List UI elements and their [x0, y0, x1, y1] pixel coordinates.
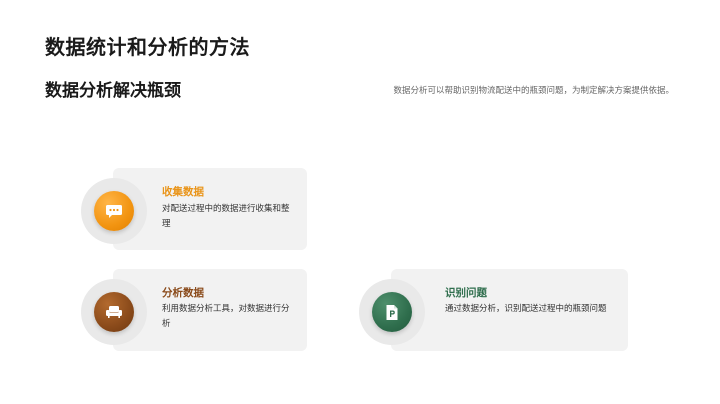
card-title: 分析数据	[162, 287, 204, 299]
slide: 数据统计和分析的方法 数据分析解决瓶颈 数据分析可以帮助识别物流配送中的瓶颈问题…	[0, 0, 720, 404]
card-description: 利用数据分析工具，对数据进行分析	[162, 304, 290, 329]
card-description: 通过数据分析，识别配送过程中的瓶颈问题	[445, 304, 607, 314]
chat-bubble-icon	[94, 191, 134, 231]
section-title: 数据分析解决瓶颈	[45, 81, 181, 101]
card-title: 识别问题	[445, 287, 487, 299]
sofa-icon	[94, 292, 134, 332]
card-title: 收集数据	[162, 186, 204, 198]
page-title: 数据统计和分析的方法	[45, 35, 250, 59]
intro-text: 数据分析可以帮助识别物流配送中的瓶颈问题，为制定解决方案提供依据。	[393, 86, 674, 96]
card-description: 对配送过程中的数据进行收集和整理	[162, 204, 290, 229]
document-p-icon	[372, 292, 412, 332]
